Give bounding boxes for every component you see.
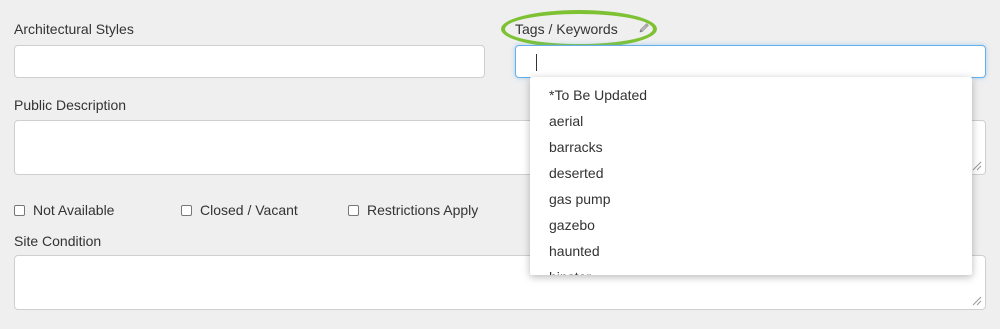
dropdown-option[interactable]: *To Be Updated [530, 82, 972, 108]
restrictions-apply-label: Restrictions Apply [367, 202, 479, 218]
dropdown-option[interactable]: hipster [530, 264, 972, 275]
closed-vacant-label: Closed / Vacant [200, 202, 298, 218]
resize-grip-icon[interactable] [972, 161, 982, 171]
not-available-checkbox-group[interactable]: Not Available [14, 202, 114, 218]
not-available-checkbox[interactable] [14, 204, 25, 216]
dropdown-option[interactable]: deserted [530, 160, 972, 186]
closed-vacant-checkbox[interactable] [181, 204, 192, 216]
restrictions-apply-checkbox[interactable] [348, 204, 359, 216]
dropdown-option[interactable]: aerial [530, 108, 972, 134]
dropdown-option[interactable]: gas pump [530, 186, 972, 212]
dropdown-option[interactable]: haunted [530, 238, 972, 264]
architectural-styles-input[interactable] [14, 45, 485, 78]
restrictions-apply-checkbox-group[interactable]: Restrictions Apply [348, 202, 478, 218]
dropdown-option[interactable]: gazebo [530, 212, 972, 238]
tags-dropdown-list: *To Be Updated aerial barracks deserted … [530, 82, 972, 275]
public-description-label: Public Description [14, 97, 127, 113]
closed-vacant-checkbox-group[interactable]: Closed / Vacant [181, 202, 298, 218]
resize-grip-icon[interactable] [972, 296, 982, 306]
tags-dropdown[interactable]: *To Be Updated aerial barracks deserted … [530, 77, 972, 275]
dropdown-option[interactable]: barracks [530, 134, 972, 160]
tags-keywords-input[interactable] [515, 45, 986, 78]
site-condition-label: Site Condition [14, 233, 102, 249]
highlight-ring [501, 10, 657, 48]
architectural-styles-label: Architectural Styles [14, 21, 134, 37]
not-available-label: Not Available [33, 202, 115, 218]
text-caret [536, 54, 537, 71]
